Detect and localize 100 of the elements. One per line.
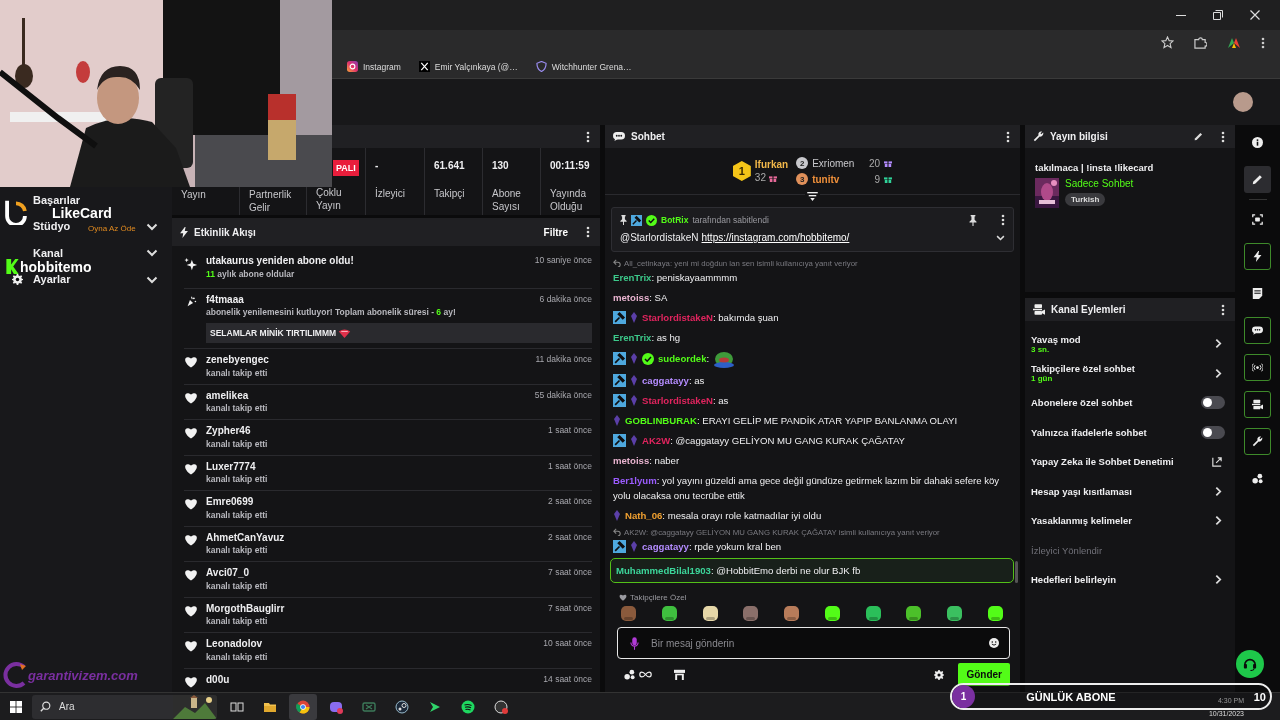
rail-button[interactable] [1244, 391, 1271, 418]
event-detail: 11 aylık abone oldular [206, 268, 296, 280]
more-icon[interactable] [586, 226, 590, 238]
message-input[interactable]: Bir mesaj gönderin [649, 636, 979, 650]
emote-icon[interactable] [946, 605, 964, 622]
star-icon[interactable] [1161, 36, 1174, 49]
document-icon[interactable] [1252, 288, 1263, 299]
status-badge: PALI [333, 160, 359, 176]
event-time: 10 saat önce [543, 638, 592, 650]
panel-title: Sohbet [631, 131, 665, 142]
taskview-icon[interactable] [230, 699, 244, 714]
console-icon[interactable] [362, 699, 376, 714]
info-icon[interactable] [1252, 137, 1263, 148]
event-title: d00u [206, 673, 230, 685]
action-item[interactable]: Yavaş mod 3 sn. [1031, 329, 1225, 359]
rail-button[interactable] [1244, 428, 1271, 455]
game-launcher-icon[interactable] [395, 699, 409, 714]
filter-icon[interactable] [805, 192, 820, 201]
puzzle-icon[interactable] [1194, 36, 1207, 49]
pencil-icon[interactable] [1252, 174, 1263, 185]
toggle-switch[interactable] [1201, 396, 1225, 410]
more-icon[interactable] [1221, 130, 1225, 143]
action-item[interactable]: Yapay Zeka ile Sohbet Denetimi [1031, 447, 1225, 477]
recorder-icon[interactable] [494, 699, 508, 714]
emote-icon[interactable] [905, 605, 923, 622]
play-arrow-icon[interactable] [428, 699, 442, 714]
action-item[interactable]: Yalnızca ifadelerle sohbet [1031, 417, 1225, 447]
send-button[interactable]: Gönder [958, 663, 1010, 686]
chat-icon[interactable] [1252, 325, 1263, 336]
sidebar-item[interactable]: Başarılar [33, 194, 81, 206]
hammer-badge-icon [613, 310, 626, 324]
heart-icon [184, 498, 198, 510]
camera-icon[interactable] [1252, 399, 1263, 410]
chevron-down-icon[interactable] [996, 234, 1005, 241]
action-item[interactable]: Yasaklanmış kelimeler [1031, 506, 1225, 536]
chevron-right-icon [1215, 574, 1222, 586]
headset-icon[interactable] [1243, 657, 1257, 671]
rail-button[interactable] [1244, 354, 1271, 381]
category-link[interactable]: Sadece Sohbet [1065, 178, 1134, 189]
sidebar-item[interactable]: Ayarlar [33, 274, 71, 286]
event-detail: kanalı takip etti [206, 580, 269, 592]
action-item[interactable]: Abonelere özel sohbet [1031, 388, 1225, 418]
emote-icon[interactable] [823, 605, 841, 622]
more-icon[interactable] [1221, 303, 1225, 316]
music-app-icon[interactable] [461, 699, 475, 714]
heart-icon [184, 569, 198, 581]
windows-logo-icon[interactable] [10, 700, 22, 713]
store-icon[interactable] [674, 669, 685, 680]
dots-icon[interactable] [1252, 473, 1263, 484]
rail-button[interactable] [1244, 243, 1271, 270]
emote-icon[interactable] [660, 605, 678, 622]
chat-message: ErenTrix: as hg [613, 330, 681, 345]
bookmark-link[interactable]: Witchhunter Grena… [535, 61, 632, 72]
action-item[interactable]: Hesap yaşı kısıtlaması [1031, 476, 1225, 506]
infinity-icon[interactable] [639, 671, 652, 678]
rail-button[interactable] [1244, 317, 1271, 344]
avatar[interactable] [1233, 92, 1253, 112]
search-icon [40, 701, 51, 712]
more-icon[interactable] [1006, 130, 1010, 143]
emote-icon[interactable] [701, 605, 719, 622]
bolt-icon[interactable] [1252, 251, 1263, 262]
chevron-right-icon [1215, 367, 1222, 379]
close-icon[interactable] [1250, 10, 1260, 20]
event-detail: kanalı takip etti [206, 545, 269, 556]
chat-message: StarlordistakeN: bakımda şuan [642, 310, 779, 325]
restore-icon[interactable] [1213, 10, 1223, 20]
event-detail: kanalı takip etti [206, 616, 269, 627]
chat-app-icon[interactable] [329, 699, 343, 714]
action-item[interactable]: Hedefleri belirleyin [1031, 565, 1225, 595]
emote-icon[interactable] [864, 605, 882, 622]
action-item[interactable]: Takipçilere özel sohbet 1 gün [1031, 358, 1225, 388]
pin-icon[interactable] [969, 214, 977, 226]
pinned-link[interactable]: https://instagram.com/hobbitemo/ [701, 232, 850, 243]
more-icon[interactable] [586, 130, 590, 143]
leader-name: Exriomen [812, 157, 856, 169]
browser-icon[interactable] [296, 699, 310, 714]
settings-icon[interactable] [934, 669, 945, 680]
sidebar-item[interactable]: Kanal [33, 247, 63, 259]
filter-button[interactable]: Filtre [543, 226, 568, 238]
tag-chip[interactable]: Turkish [1065, 193, 1106, 206]
emote-icon[interactable] [986, 605, 1004, 622]
menu-icon[interactable] [1261, 36, 1265, 49]
chevron-right-icon [1215, 515, 1222, 527]
toggle-switch[interactable] [1201, 425, 1225, 439]
sidebar-item[interactable]: Stüdyo [33, 221, 71, 233]
more-icon[interactable] [1001, 214, 1005, 226]
bookmark-link[interactable]: Emir Yalçınkaya (@… [418, 61, 518, 72]
dots-icon[interactable] [624, 669, 635, 680]
emote-icon[interactable] [783, 605, 801, 622]
capture-icon[interactable] [1252, 214, 1263, 225]
bookmark-link[interactable]: Instagram [347, 61, 401, 72]
rail-button[interactable] [1244, 166, 1271, 193]
edit-icon[interactable] [1194, 132, 1203, 141]
broadcast-icon[interactable] [1252, 362, 1263, 373]
search-field[interactable]: Ara [32, 694, 217, 719]
heart-icon [184, 604, 198, 617]
taskbar-app[interactable] [289, 693, 317, 720]
leader-name: Ifurkan [754, 159, 789, 170]
message-field[interactable]: Bir mesaj gönderin [617, 627, 1010, 659]
wrench-icon[interactable] [1252, 436, 1263, 447]
